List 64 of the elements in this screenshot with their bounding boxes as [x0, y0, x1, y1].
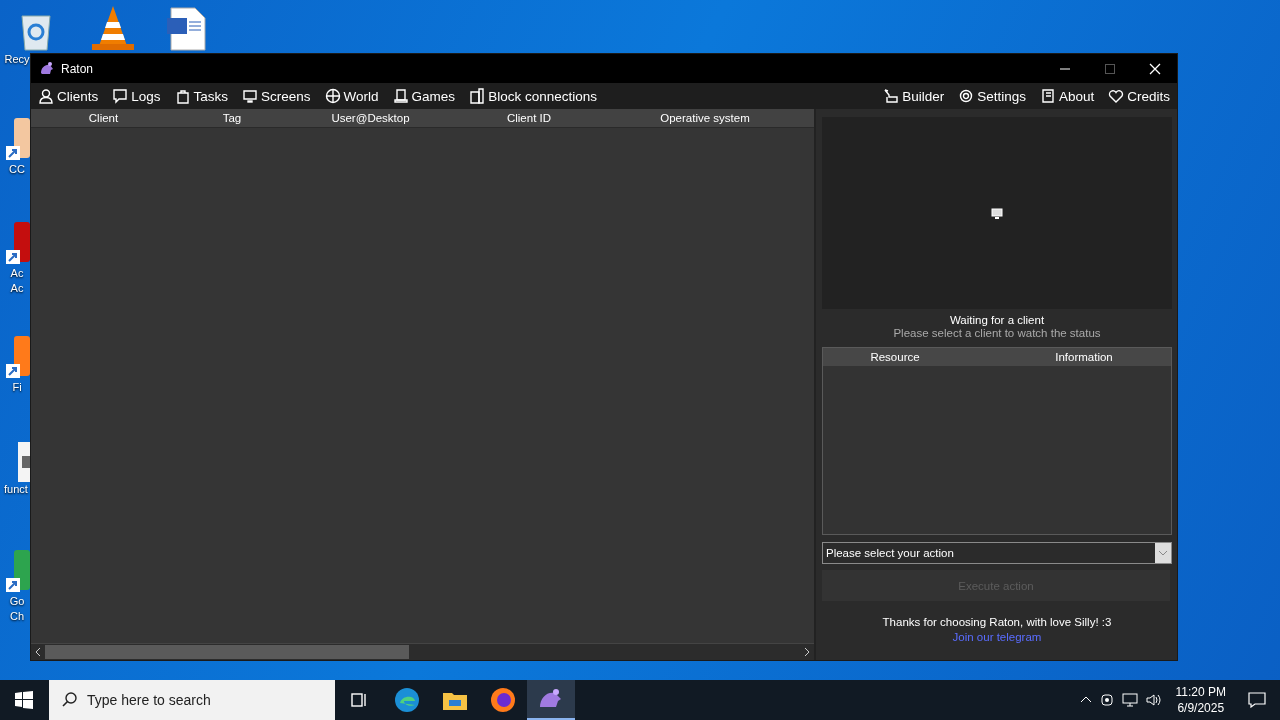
column-header[interactable]: User@Desktop [288, 109, 453, 127]
shortcut-icon[interactable] [6, 550, 30, 594]
shortcut-icon[interactable] [6, 118, 30, 162]
status-title: Waiting for a client [948, 314, 1046, 326]
search-field[interactable]: Type here to search [49, 680, 335, 720]
icon-label: Ac [10, 281, 24, 296]
heart-icon [1108, 88, 1125, 104]
column-header[interactable]: Client ID [453, 109, 605, 127]
speaker-icon[interactable] [1145, 693, 1162, 707]
monitor-icon [242, 88, 259, 104]
clock-time[interactable]: 11:20 PM [1175, 684, 1226, 700]
toolbar-button[interactable]: Clients [31, 86, 106, 106]
icon-label: Ac [10, 266, 24, 281]
action-dropdown[interactable]: Please select your action [822, 542, 1172, 564]
icon-label: Ch [9, 609, 25, 624]
icon-label: funct [4, 482, 28, 497]
network-icon[interactable] [1121, 693, 1138, 707]
column-header[interactable]: Resource [823, 348, 997, 366]
window-title: Raton [61, 61, 94, 76]
column-header[interactable]: Operative system [605, 109, 805, 127]
maximize-icon[interactable] [1104, 62, 1116, 75]
column-header[interactable]: Client [31, 109, 176, 127]
horizontal-scrollbar[interactable] [31, 643, 814, 660]
rat-icon [39, 60, 55, 77]
status-subtitle: Please select a client to watch the status [892, 327, 1102, 339]
column-header[interactable]: Information [997, 348, 1171, 366]
toolbar-button[interactable]: Logs [105, 86, 168, 106]
close-icon[interactable] [1149, 62, 1161, 75]
taskbar-app[interactable] [527, 680, 575, 720]
document-icon[interactable] [167, 6, 207, 52]
column-header[interactable]: Tag [176, 109, 288, 127]
toolbar-button[interactable]: Settings [951, 86, 1033, 106]
search-icon [61, 691, 79, 709]
building-icon [469, 88, 486, 104]
toolbar-button[interactable]: About [1032, 86, 1102, 106]
windows-start-icon[interactable] [15, 691, 33, 709]
globe-icon [324, 88, 341, 104]
person-icon [38, 88, 54, 104]
thanks-message: Thanks for choosing Raton, with love Silly! :3 [881, 616, 1113, 628]
shortcut-icon[interactable] [6, 336, 30, 380]
chat-icon [112, 88, 129, 104]
file-icon[interactable] [18, 442, 30, 482]
notification-icon[interactable] [1248, 692, 1266, 708]
cone-icon[interactable] [90, 4, 136, 52]
icon-label: Go [9, 594, 25, 609]
toolbar-button[interactable]: Tasks [167, 86, 236, 106]
icon-label: CC [9, 162, 25, 177]
monitor-icon [991, 207, 1003, 219]
clock-date[interactable]: 6/9/2025 [1177, 700, 1225, 716]
toolbar-button[interactable]: Games [385, 86, 463, 106]
icon-label: Fi [12, 380, 22, 395]
book-icon [1039, 88, 1056, 104]
toolbar-button[interactable]: Block connections [462, 86, 604, 106]
icon-label: Recy [4, 52, 30, 67]
toolbar-button[interactable]: Credits [1101, 86, 1177, 106]
toolbar-button[interactable]: Builder [876, 86, 952, 106]
scrollbar-thumb[interactable] [45, 645, 409, 659]
browser-icon [394, 687, 420, 713]
shortcut-icon[interactable] [6, 222, 30, 266]
toolbar-button[interactable]: Screens [235, 86, 318, 106]
dropdown-caret-icon [1155, 543, 1171, 563]
toolbar-button[interactable]: World [317, 86, 386, 106]
device-icon [392, 88, 409, 104]
task-view-icon [349, 691, 369, 709]
